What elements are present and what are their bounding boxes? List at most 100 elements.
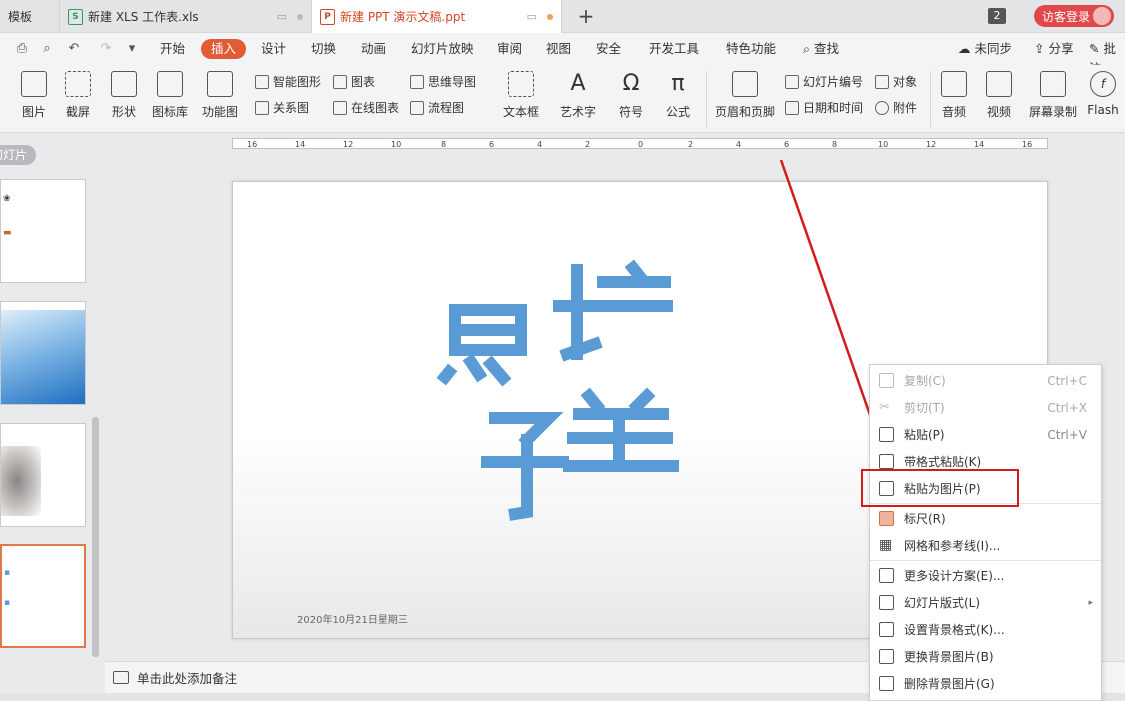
relation-chart-button[interactable]: 关系图 bbox=[255, 98, 309, 118]
undo-icon[interactable]: ↶ bbox=[66, 41, 82, 57]
attachment-button[interactable]: 附件 bbox=[875, 98, 917, 118]
mindmap-button[interactable]: 思维导图 bbox=[410, 72, 476, 92]
chart-icon bbox=[333, 75, 347, 89]
slide-shape[interactable] bbox=[563, 387, 679, 472]
menu-developer[interactable]: 开发工具 bbox=[643, 39, 705, 59]
paste-label: 粘贴(P) bbox=[904, 428, 945, 442]
print-icon[interactable]: ⎙ bbox=[14, 41, 30, 57]
header-footer-button[interactable]: 页眉和页脚 bbox=[714, 69, 776, 120]
smart-shape-button[interactable]: 智能图形 bbox=[255, 72, 321, 92]
customize-chevron-icon[interactable]: ▾ bbox=[124, 41, 140, 57]
sync-status[interactable]: ☁ 未同步 bbox=[952, 39, 1018, 59]
tab-xls[interactable]: S 新建 XLS 工作表.xls ▭ bbox=[60, 0, 312, 33]
slide-number-button[interactable]: 幻灯片编号 bbox=[785, 72, 863, 92]
menu-features[interactable]: 特色功能 bbox=[720, 39, 782, 59]
pi-icon: π bbox=[671, 71, 685, 96]
monitor-icon[interactable]: ▭ bbox=[277, 10, 287, 23]
menu-design[interactable]: 设计 bbox=[255, 39, 292, 59]
background-format-menu-item[interactable]: 设置背景格式(K)... bbox=[870, 616, 1101, 643]
chart-button[interactable]: 图表 bbox=[333, 72, 375, 92]
share-icon: ⇪ bbox=[1034, 41, 1045, 56]
textbox-button[interactable]: 文本框 bbox=[498, 69, 544, 120]
flowchart-icon bbox=[410, 101, 424, 115]
icon-library-label: 图标库 bbox=[151, 105, 188, 119]
symbol-label: 符号 bbox=[618, 105, 643, 119]
video-button[interactable]: 视频 bbox=[982, 69, 1016, 120]
slide-thumbnail[interactable]: ❀ ▬ bbox=[0, 179, 86, 283]
slide-number-label: 幻灯片编号 bbox=[803, 75, 864, 89]
slide-thumbnail[interactable] bbox=[0, 423, 86, 527]
more-design-menu-item[interactable]: 更多设计方案(E)... bbox=[870, 562, 1101, 589]
cut-menu-item[interactable]: ✂ 剪切(T) Ctrl+X bbox=[870, 394, 1101, 421]
formula-button[interactable]: π 公式 bbox=[660, 69, 696, 120]
slides-panel-tab[interactable]: 幻灯片 bbox=[0, 145, 36, 165]
date-time-button[interactable]: 日期和时间 bbox=[785, 98, 863, 118]
screenshot-button[interactable]: 截屏 bbox=[60, 69, 96, 120]
share-button[interactable]: ⇪ 分享 bbox=[1028, 39, 1079, 59]
horizontal-ruler[interactable]: 16 14 12 10 8 6 4 2 0 2 4 6 8 10 12 14 1… bbox=[232, 138, 1048, 149]
menu-review[interactable]: 审阅 bbox=[491, 39, 528, 59]
print-preview-icon[interactable]: ⌕ bbox=[39, 41, 55, 57]
online-chart-icon bbox=[333, 101, 347, 115]
window-count-badge[interactable]: 2 bbox=[988, 8, 1006, 24]
ruler-menu-item[interactable]: 标尺(R) bbox=[870, 505, 1101, 532]
ruler-tick: 8 bbox=[441, 140, 447, 149]
menu-insert[interactable]: 插入 bbox=[201, 39, 247, 59]
shapes-label: 形状 bbox=[111, 105, 136, 119]
tab-template[interactable]: 模板 bbox=[0, 0, 60, 33]
speaker-icon bbox=[941, 71, 967, 97]
search-menu[interactable]: ⌕ 查找 bbox=[797, 39, 845, 59]
slide-shape[interactable] bbox=[553, 264, 603, 362]
guest-login-button[interactable]: 访客登录 bbox=[1034, 5, 1114, 27]
menu-home[interactable]: 开始 bbox=[154, 39, 191, 59]
audio-label: 音频 bbox=[941, 105, 966, 119]
function-chart-button[interactable]: 功能图 bbox=[197, 69, 243, 120]
slide-shape[interactable] bbox=[481, 412, 569, 521]
paste-menu-item[interactable]: 粘贴(P) Ctrl+V bbox=[870, 421, 1101, 448]
change-background-menu-item[interactable]: 更换背景图片(B) bbox=[870, 643, 1101, 670]
ruler-tick: 0 bbox=[638, 140, 644, 149]
tab-ppt[interactable]: P 新建 PPT 演示文稿.ppt ▭ bbox=[312, 0, 562, 33]
annotate-button[interactable]: ✎ 批注 bbox=[1083, 39, 1125, 76]
object-button[interactable]: 对象 bbox=[875, 72, 917, 92]
new-tab-button[interactable]: + bbox=[575, 3, 597, 29]
ruler-tick: 12 bbox=[926, 140, 937, 149]
change-background-icon bbox=[879, 649, 894, 664]
symbol-button[interactable]: Ω 符号 bbox=[613, 69, 649, 120]
menu-view[interactable]: 视图 bbox=[540, 39, 577, 59]
redo-icon[interactable]: ↷ bbox=[98, 41, 114, 57]
slide-thumbnail-selected[interactable]: ▪ ▪ bbox=[0, 544, 86, 648]
tab-status-dot bbox=[297, 13, 303, 20]
screen-record-button[interactable]: 屏幕录制 bbox=[1028, 69, 1078, 120]
mindmap-label: 思维导图 bbox=[428, 75, 477, 89]
flowchart-button[interactable]: 流程图 bbox=[410, 98, 464, 118]
menu-security[interactable]: 安全 bbox=[590, 39, 627, 59]
relation-chart-icon bbox=[255, 101, 269, 115]
copy-menu-item[interactable]: 复制(C) Ctrl+C bbox=[870, 367, 1101, 394]
icon-library-icon bbox=[157, 71, 183, 97]
slide-shape[interactable] bbox=[436, 353, 512, 387]
slide-layout-menu-item[interactable]: 幻灯片版式(L) ▸ bbox=[870, 589, 1101, 616]
monitor-icon[interactable]: ▭ bbox=[527, 10, 537, 23]
slide-date-text[interactable]: 2020年10月21日星期三 bbox=[297, 611, 408, 626]
shapes-button[interactable]: 形状 bbox=[106, 69, 142, 120]
flash-icon: f bbox=[1090, 71, 1116, 97]
delete-background-label: 删除背景图片(G) bbox=[904, 677, 995, 691]
menu-transition[interactable]: 切换 bbox=[305, 39, 342, 59]
menu-slideshow[interactable]: 幻灯片放映 bbox=[405, 39, 480, 59]
menu-animation[interactable]: 动画 bbox=[355, 39, 392, 59]
audio-button[interactable]: 音频 bbox=[937, 69, 971, 120]
slide-thumbnail[interactable] bbox=[0, 301, 86, 405]
grid-guides-menu-item[interactable]: ▦ 网格和参考线(I)... bbox=[870, 532, 1101, 559]
icon-library-button[interactable]: 图标库 bbox=[150, 69, 190, 120]
online-chart-button[interactable]: 在线图表 bbox=[333, 98, 399, 118]
slide-shape[interactable] bbox=[597, 259, 673, 312]
object-label: 对象 bbox=[893, 75, 918, 89]
flash-button[interactable]: f Flash bbox=[1085, 69, 1121, 117]
ruler-tick: 6 bbox=[489, 140, 495, 149]
art-text-button[interactable]: A 艺术字 bbox=[555, 69, 601, 120]
picture-button[interactable]: 图片 bbox=[16, 69, 52, 120]
delete-background-menu-item[interactable]: 删除背景图片(G) bbox=[870, 670, 1101, 697]
thumb-dog-image bbox=[1, 446, 41, 516]
thumbnail-scrollbar[interactable] bbox=[92, 417, 99, 657]
